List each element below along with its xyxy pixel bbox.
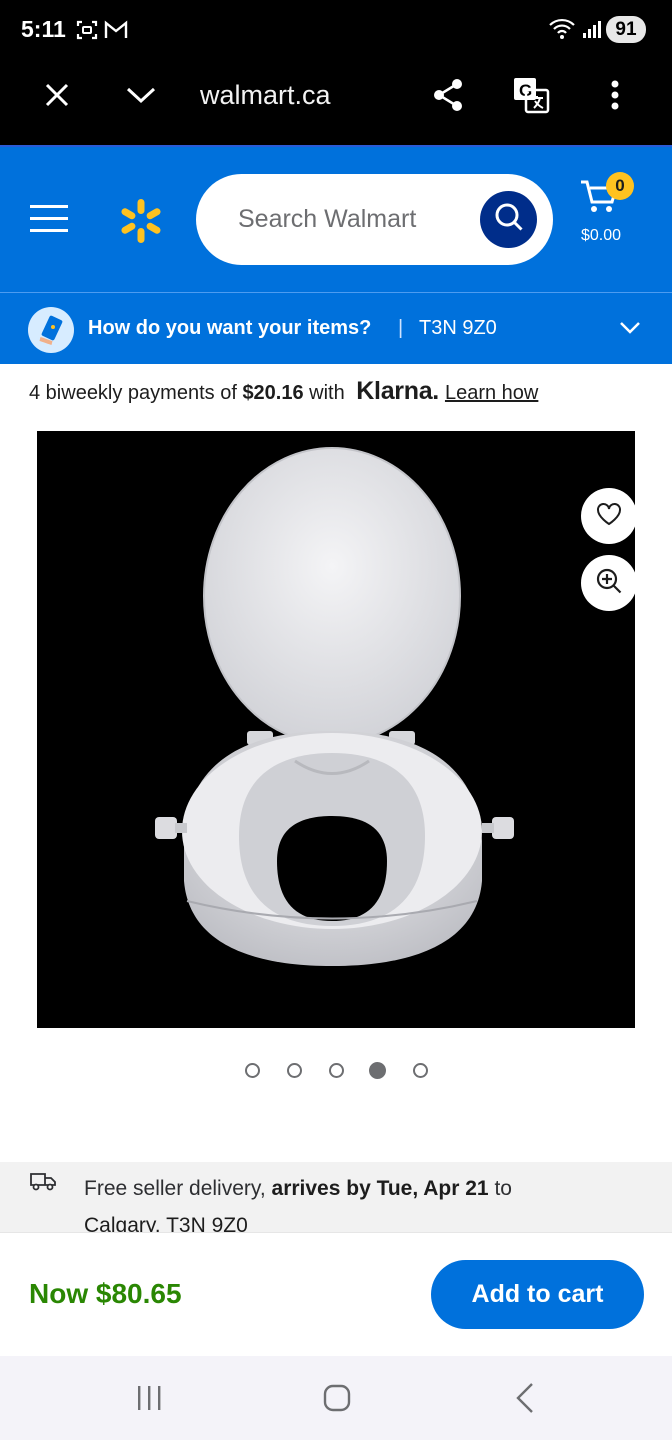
more-vert-icon[interactable]	[600, 60, 630, 130]
address-bar-url[interactable]: walmart.ca	[200, 60, 331, 130]
delivery-separator: |	[398, 317, 404, 339]
fulfillment-info: Free seller delivery, arrives by Tue, Ap…	[0, 1162, 672, 1237]
translate-icon[interactable]: G	[508, 60, 554, 130]
heart-icon	[596, 502, 622, 531]
add-to-cart-button[interactable]: Add to cart	[431, 1260, 644, 1329]
browser-toolbar: walmart.ca G	[0, 60, 672, 145]
toilet-seat-riser-image	[155, 447, 514, 966]
close-icon[interactable]	[36, 60, 78, 130]
site-header: 0 $0.00	[0, 145, 672, 292]
search-icon	[494, 202, 524, 237]
carousel-dot-1[interactable]	[245, 1063, 260, 1078]
delivery-truck-icon	[29, 1170, 57, 1197]
chevron-down-icon[interactable]	[120, 60, 162, 130]
zoom-image-button[interactable]	[581, 555, 635, 611]
signal-icon	[582, 19, 602, 44]
walmart-spark-logo[interactable]	[117, 197, 165, 250]
wifi-icon	[548, 17, 576, 46]
status-time: 5:11	[21, 16, 66, 42]
recent-apps-icon[interactable]	[132, 1356, 166, 1440]
share-icon[interactable]	[428, 60, 468, 130]
menu-icon[interactable]	[30, 205, 68, 238]
system-navigation-bar	[0, 1356, 672, 1440]
gmail-icon	[104, 20, 128, 45]
current-price: Now $80.65	[29, 1278, 182, 1309]
fulfillment-arrival-date: arrives by Tue, Apr 21	[271, 1177, 489, 1200]
back-icon[interactable]	[510, 1356, 540, 1440]
delivery-illustration-icon	[28, 307, 74, 353]
delivery-postal-code: T3N 9Z0	[419, 317, 497, 339]
screenshot-icon	[76, 19, 98, 46]
status-bar: 5:11 91	[0, 0, 672, 60]
carousel-dot-5[interactable]	[413, 1063, 428, 1078]
home-icon[interactable]	[320, 1356, 354, 1440]
add-to-favorites-button[interactable]	[581, 488, 635, 544]
image-carousel-indicator	[0, 1062, 672, 1079]
search-input[interactable]	[238, 174, 478, 265]
klarna-amount: $20.16	[242, 382, 304, 404]
search-button[interactable]	[480, 191, 537, 248]
cart-total[interactable]: $0.00	[581, 227, 621, 245]
klarna-payment-line: 4 biweekly payments of $20.16 with Klarn…	[29, 377, 538, 406]
carousel-dot-2[interactable]	[287, 1063, 302, 1078]
delivery-options-banner[interactable]: How do you want your items? | T3N 9Z0	[0, 292, 672, 364]
klarna-learn-how-link[interactable]: Learn how	[445, 382, 538, 404]
fulfillment-prefix: Free seller delivery,	[84, 1177, 272, 1200]
fulfillment-suffix: to	[488, 1177, 512, 1200]
battery-icon: 91	[606, 16, 646, 43]
product-image[interactable]	[37, 431, 635, 1028]
search-box	[196, 174, 553, 265]
zoom-in-icon	[595, 567, 623, 600]
klarna-logo: Klarna.	[356, 377, 439, 405]
cart-count-badge: 0	[606, 172, 634, 200]
klarna-middle: with	[303, 382, 351, 404]
chevron-down-icon[interactable]	[619, 321, 641, 340]
klarna-prefix: 4 biweekly payments of	[29, 382, 243, 404]
carousel-dot-3[interactable]	[329, 1063, 344, 1078]
delivery-question: How do you want your items?	[88, 317, 372, 339]
carousel-dot-4[interactable]	[369, 1062, 386, 1079]
price-action-bar: Now $80.65 Add to cart	[0, 1232, 672, 1356]
